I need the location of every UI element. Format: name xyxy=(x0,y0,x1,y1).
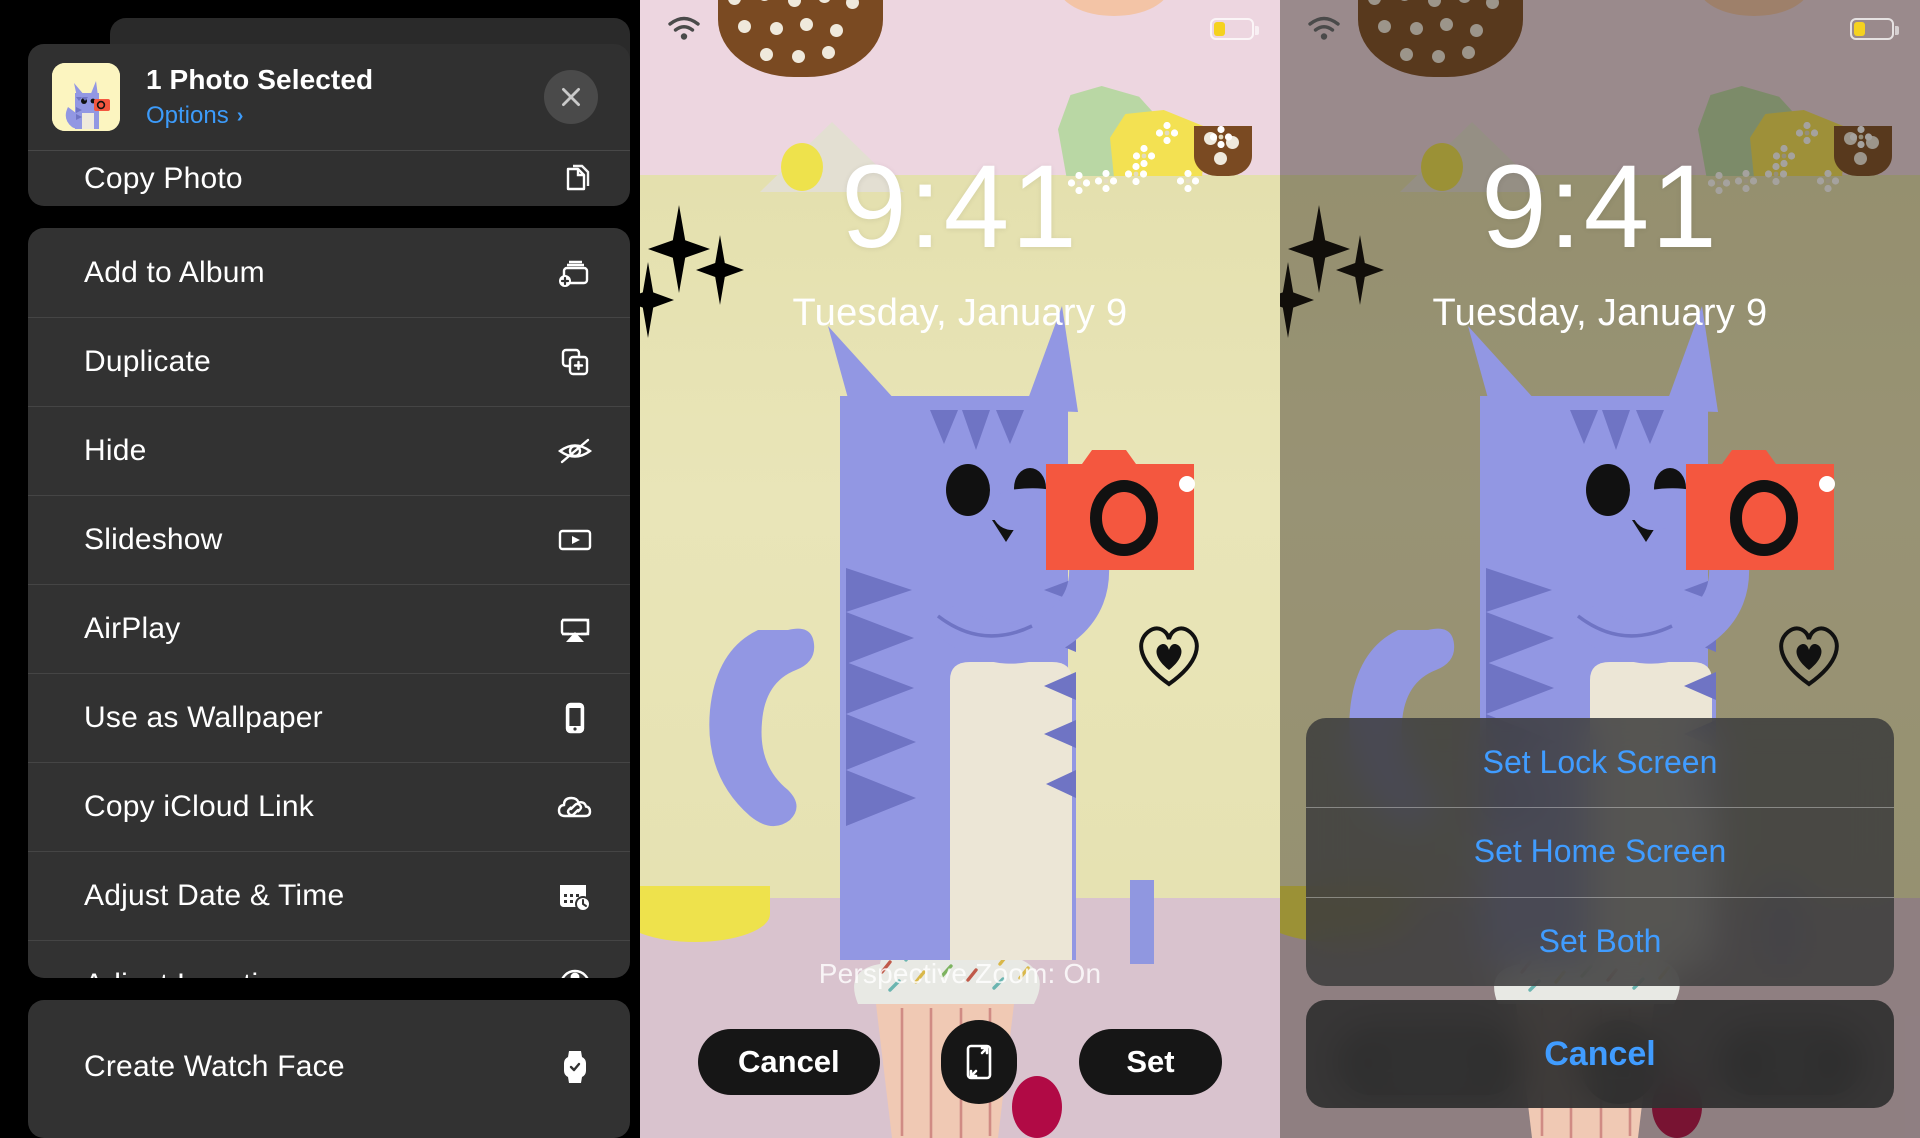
menu-item-slideshow[interactable]: Slideshow xyxy=(28,495,630,584)
page-title: 1 Photo Selected xyxy=(146,64,374,95)
perspective-zoom-status: Perspective Zoom: On xyxy=(818,958,1102,989)
menu-item-label: Adjust Date & Time xyxy=(84,878,345,912)
menu-item-add-to-album[interactable]: Add to Album xyxy=(28,228,630,317)
menu-item-label: Hide xyxy=(84,433,147,467)
flower-icon xyxy=(1210,126,1232,148)
menu-item-airplay[interactable]: AirPlay xyxy=(28,584,630,673)
duplicate-icon xyxy=(552,339,598,385)
menu-item-label: Adjust Location xyxy=(84,968,292,979)
heart-icon xyxy=(1779,626,1839,687)
wifi-icon xyxy=(668,16,700,40)
clock-time: 9:41 xyxy=(841,141,1079,273)
menu-item-copy-icloud-link[interactable]: Copy iCloud Link xyxy=(28,762,630,851)
menu-item-adjust-date-time[interactable]: Adjust Date & Time xyxy=(28,851,630,940)
menu-item-label: Use as Wallpaper xyxy=(84,700,323,734)
menu-item-duplicate[interactable]: Duplicate xyxy=(28,317,630,406)
menu-header-card: 1 Photo Selected Options › Copy Photo xyxy=(28,44,630,206)
photo-thumbnail-cat[interactable] xyxy=(52,63,120,131)
menu-item-adjust-location[interactable]: Adjust Location xyxy=(28,940,630,978)
battery-low-icon xyxy=(1850,18,1899,40)
action-set-lock-screen[interactable]: Set Lock Screen xyxy=(1306,718,1894,807)
iphone-icon xyxy=(552,695,598,741)
action-sheet-cancel-button[interactable]: Cancel xyxy=(1306,1000,1894,1108)
menu-item-hide[interactable]: Hide xyxy=(28,406,630,495)
wallpaper-set-options-pane: 9:41 Tuesday, January 9 Cancel Set Set L… xyxy=(1280,0,1920,1138)
menu-item-label: Create Watch Face xyxy=(84,1050,345,1083)
set-button[interactable]: Set xyxy=(1078,1029,1222,1095)
menu-actions-card: Add to Album Duplicate Hide Slideshow Ai… xyxy=(28,228,630,978)
action-set-both[interactable]: Set Both xyxy=(1306,896,1894,986)
menu-item-copy-photo[interactable]: Copy Photo xyxy=(28,151,630,206)
slideshow-play-icon xyxy=(552,517,598,563)
close-icon[interactable] xyxy=(544,70,598,124)
options-link[interactable]: Options › xyxy=(146,102,373,130)
icloud-link-icon xyxy=(552,784,598,830)
selection-header-text: 1 Photo Selected Options › xyxy=(146,64,373,130)
lock-screen-clock: 9:41 Tuesday, January 9 xyxy=(640,148,1280,335)
menu-item-label: Slideshow xyxy=(84,522,223,556)
flower-icon xyxy=(1156,122,1178,144)
photos-action-menu-pane: 1 Photo Selected Options › Copy Photo Ad… xyxy=(0,0,640,1138)
menu-item-label: Copy iCloud Link xyxy=(84,789,314,823)
clock-date: Tuesday, January 9 xyxy=(792,292,1128,334)
options-label: Options xyxy=(146,102,229,129)
action-sheet-cancel-card: Cancel xyxy=(1306,1000,1894,1108)
chevron-right-icon: › xyxy=(236,104,244,127)
menu-item-label: Copy Photo xyxy=(84,161,243,195)
selection-header: 1 Photo Selected Options › xyxy=(28,44,630,150)
lock-screen-clock: 9:41 Tuesday, January 9 xyxy=(1280,148,1920,335)
flower-icon xyxy=(1796,122,1818,144)
clock-date: Tuesday, January 9 xyxy=(1432,292,1768,334)
wallpaper-preview-pane: 9:41 Tuesday, January 9 Perspective Zoom… xyxy=(640,0,1280,1138)
set-wallpaper-action-sheet: Set Lock Screen Set Home Screen Set Both xyxy=(1306,718,1894,986)
menu-item-create-watch-face[interactable]: Create Watch Face xyxy=(28,1022,630,1112)
menu-watch-card: Create Watch Face xyxy=(28,1000,630,1138)
calendar-clock-icon xyxy=(552,873,598,919)
add-to-album-icon xyxy=(552,250,598,296)
apple-watch-icon xyxy=(552,1044,598,1090)
battery-low-icon xyxy=(1210,18,1259,40)
airplay-icon xyxy=(552,606,598,652)
status-bar xyxy=(640,0,1280,60)
cancel-button[interactable]: Cancel xyxy=(698,1029,880,1095)
wallpaper-button-row: Cancel Set xyxy=(640,1020,1280,1104)
hide-eye-slash-icon xyxy=(552,428,598,474)
location-pin-circle-icon xyxy=(552,962,598,978)
heart-icon xyxy=(1139,626,1199,687)
wifi-icon xyxy=(1308,16,1340,40)
menu-item-label: Duplicate xyxy=(84,344,211,378)
clock-time: 9:41 xyxy=(1481,141,1719,273)
screen-root: 1 Photo Selected Options › Copy Photo Ad… xyxy=(0,0,1920,1138)
flower-icon xyxy=(1850,126,1872,148)
perspective-zoom-icon[interactable] xyxy=(941,1020,1018,1104)
menu-item-label: AirPlay xyxy=(84,611,181,645)
menu-item-label: Add to Album xyxy=(84,255,265,289)
copy-photo-icon xyxy=(552,156,598,202)
menu-item-use-as-wallpaper[interactable]: Use as Wallpaper xyxy=(28,673,630,762)
action-set-home-screen[interactable]: Set Home Screen xyxy=(1306,807,1894,896)
status-bar xyxy=(1280,0,1920,60)
